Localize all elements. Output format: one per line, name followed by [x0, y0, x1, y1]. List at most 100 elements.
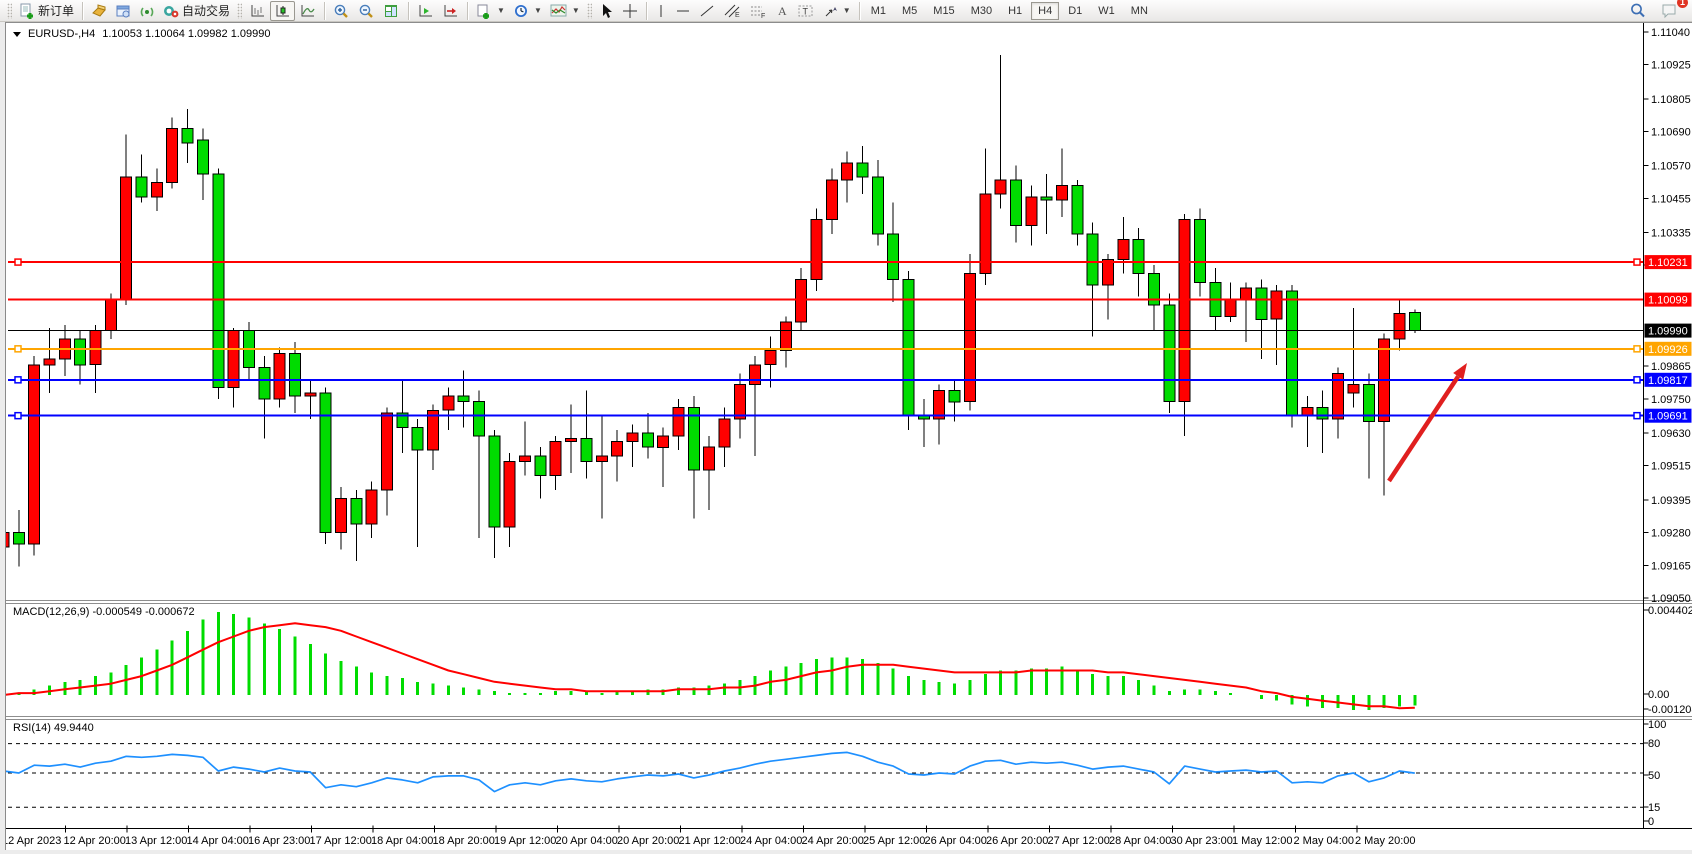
- candle: [1179, 214, 1190, 436]
- candle: [1379, 334, 1390, 496]
- svg-text:1.09926: 1.09926: [1648, 344, 1688, 356]
- timeframe-button-h1[interactable]: H1: [1001, 2, 1029, 20]
- trendline-button[interactable]: [695, 1, 719, 21]
- symbol-ohlc: 1.10053 1.10064 1.09982 1.09990: [102, 28, 270, 40]
- line-handle[interactable]: [1634, 346, 1640, 352]
- time-axis-label: 17 Apr 12:00: [310, 835, 372, 847]
- timeframe-button-w1[interactable]: W1: [1091, 2, 1122, 20]
- horizontal-level-line[interactable]: [8, 259, 1644, 265]
- rsi-axis-label: 15: [1648, 802, 1660, 814]
- cursor-button[interactable]: [595, 1, 618, 21]
- periods-button[interactable]: ▼: [509, 1, 546, 21]
- timeframe-button-mn[interactable]: MN: [1124, 2, 1155, 20]
- chart-shift-button[interactable]: [413, 1, 438, 21]
- search-button[interactable]: [1625, 1, 1650, 21]
- candle: [167, 117, 178, 188]
- horizontal-level-line[interactable]: [8, 413, 1644, 419]
- zoom-in-button[interactable]: [329, 1, 354, 21]
- auto-scroll-button[interactable]: [438, 1, 463, 21]
- candlestick-series: [0, 55, 1420, 567]
- main-toolbar: 新订单 自动交易: [0, 0, 1692, 22]
- timeframe-button-m15[interactable]: M15: [926, 2, 961, 20]
- time-axis-label: 26 Apr 04:00: [925, 835, 987, 847]
- indicators-button[interactable]: ▼: [546, 1, 584, 21]
- toolbar-grip[interactable]: [237, 3, 242, 19]
- timeframe-button-m30[interactable]: M30: [964, 2, 999, 20]
- timeframe-button-m1[interactable]: M1: [864, 2, 893, 20]
- vertical-line-button[interactable]: [651, 1, 671, 21]
- toolbar-grip[interactable]: [587, 3, 592, 19]
- equidistant-channel-button[interactable]: E: [719, 1, 745, 21]
- arrows-tool-button[interactable]: ▼: [819, 1, 855, 21]
- auto-scroll-icon: [442, 3, 459, 19]
- line-handle[interactable]: [1634, 377, 1640, 383]
- line-handle[interactable]: [1634, 259, 1640, 265]
- time-axis-label: 21 Apr 12:00: [679, 835, 741, 847]
- macd-axis-label: -0.001208: [1648, 704, 1692, 716]
- market-watch-button[interactable]: [87, 1, 111, 21]
- line-chart-button[interactable]: [295, 1, 320, 21]
- timeframe-button-m5[interactable]: M5: [895, 2, 924, 20]
- line-handle[interactable]: [1634, 413, 1640, 419]
- price-tick-label: 1.10455: [1651, 193, 1691, 205]
- candle: [1149, 265, 1160, 330]
- candle: [1164, 294, 1175, 413]
- auto-trading-button[interactable]: 自动交易: [159, 1, 234, 21]
- data-window-button[interactable]: [111, 1, 135, 21]
- toolbar-separator: [859, 2, 860, 20]
- text-label-icon: T: [797, 3, 815, 19]
- candle: [305, 379, 316, 419]
- candle: [197, 129, 208, 200]
- candle: [704, 436, 715, 510]
- new-chart-button[interactable]: ▼: [472, 1, 509, 21]
- chart-shift-icon: [417, 3, 434, 19]
- line-handle[interactable]: [15, 259, 21, 265]
- line-handle[interactable]: [15, 346, 21, 352]
- candle: [1348, 308, 1359, 408]
- symbol-dropdown-icon[interactable]: [13, 32, 21, 37]
- fibonacci-button[interactable]: F: [745, 1, 771, 21]
- new-order-button[interactable]: 新订单: [15, 1, 78, 21]
- trendline-icon: [699, 3, 715, 19]
- candle: [1409, 310, 1420, 333]
- line-handle[interactable]: [15, 377, 21, 383]
- time-axis-label: 28 Apr 04:00: [1109, 835, 1171, 847]
- rsi-axis-label: 50: [1648, 770, 1660, 782]
- crosshair-button[interactable]: [618, 1, 642, 21]
- candle: [489, 430, 500, 558]
- candle: [336, 487, 347, 549]
- signals-button[interactable]: [135, 1, 159, 21]
- time-axis-label: 14 Apr 04:00: [187, 835, 249, 847]
- toolbar-grip[interactable]: [7, 3, 12, 19]
- candle: [428, 405, 439, 470]
- candle: [182, 109, 193, 163]
- text-button[interactable]: A: [771, 1, 793, 21]
- text-label-button[interactable]: T: [793, 1, 819, 21]
- new-order-label: 新订单: [38, 2, 74, 19]
- candle: [872, 160, 883, 245]
- text-icon: A: [775, 3, 789, 19]
- horizontal-level-line[interactable]: [8, 377, 1644, 383]
- line-handle[interactable]: [15, 413, 21, 419]
- candle: [811, 208, 822, 290]
- candle: [1072, 180, 1083, 245]
- candle: [1256, 279, 1267, 359]
- search-icon: [1629, 2, 1646, 19]
- candle: [627, 425, 638, 468]
- notifications-button[interactable]: 1: [1656, 1, 1682, 21]
- candlestick-chart-button[interactable]: [270, 1, 295, 21]
- candle: [888, 203, 899, 303]
- horizontal-line-button[interactable]: [671, 1, 695, 21]
- timeframe-button-d1[interactable]: D1: [1061, 2, 1089, 20]
- zoom-out-button[interactable]: [354, 1, 379, 21]
- time-axis-label: 19 Apr 12:00: [494, 835, 556, 847]
- candle: [1041, 174, 1052, 234]
- chart-canvas[interactable]: 1.110401.109251.108051.106901.105701.104…: [0, 22, 1692, 854]
- bar-chart-button[interactable]: [245, 1, 270, 21]
- timeframe-button-h4[interactable]: H4: [1031, 2, 1059, 20]
- svg-text:1.09691: 1.09691: [1648, 411, 1688, 423]
- price-tag: 1.09691: [1645, 409, 1692, 423]
- time-axis-label: 20 Apr 04:00: [556, 835, 618, 847]
- tile-windows-button[interactable]: [379, 1, 404, 21]
- candle: [474, 390, 485, 538]
